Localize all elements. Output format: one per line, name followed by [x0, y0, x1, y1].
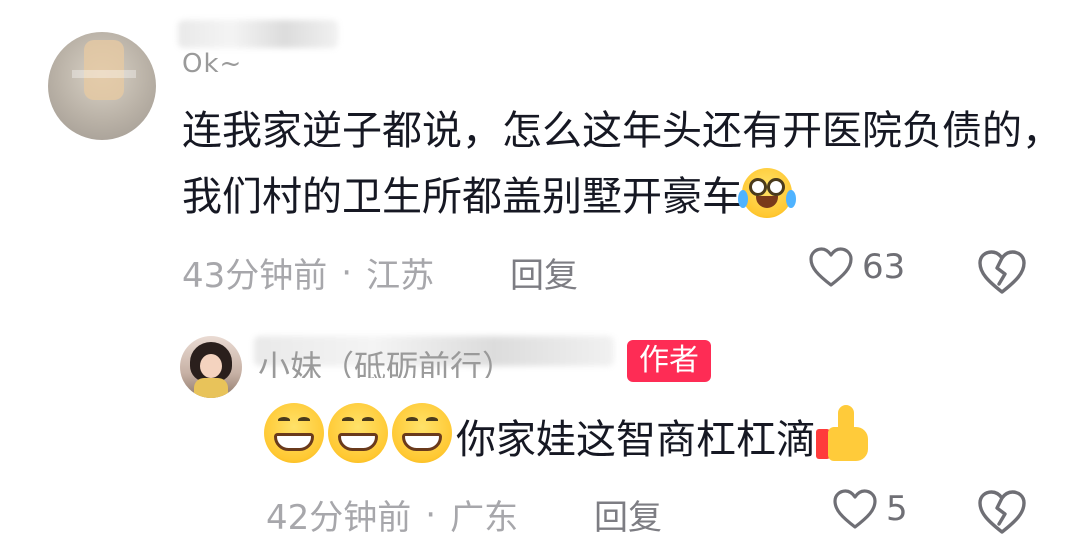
- heart-icon: [833, 489, 877, 529]
- grinning-emoji-icon: [392, 403, 452, 463]
- grinning-emoji-icon: [264, 403, 324, 463]
- broken-heart-icon: [978, 250, 1026, 294]
- comment-meta: 43分钟前 · 江苏: [182, 248, 434, 297]
- broken-heart-icon: [978, 490, 1026, 534]
- location: 广东: [450, 498, 519, 537]
- author-avatar[interactable]: [180, 336, 242, 398]
- avatar-image-detail: [72, 70, 136, 78]
- reply-button[interactable]: 回复: [594, 490, 662, 537]
- crying-emoji-icon: [738, 168, 796, 218]
- location: 江苏: [366, 256, 435, 296]
- author-badge: 作者: [627, 340, 711, 382]
- like-count: 63: [862, 247, 906, 287]
- separator-dot: ·: [425, 494, 437, 535]
- like-button[interactable]: 5: [832, 488, 908, 530]
- comment-body: 连我家逆子都说，怎么这年头还有开医院负债的，我们村的卫生所都盖别墅开豪车: [182, 108, 1062, 220]
- dislike-button[interactable]: [976, 488, 1028, 537]
- comment-text: 连我家逆子都说，怎么这年头还有开医院负债的，我们村的卫生所都盖别墅开豪车: [182, 98, 1062, 230]
- timestamp: 42分钟前: [266, 498, 412, 537]
- reply-body: 你家娃这智商杠杠滴: [456, 417, 816, 463]
- reply-meta: 42分钟前 · 广东: [266, 490, 518, 537]
- reply-button[interactable]: 回复: [510, 248, 578, 297]
- timestamp: 43分钟前: [182, 256, 328, 296]
- username[interactable]: Ok~: [182, 44, 242, 74]
- heart-icon: [809, 247, 853, 287]
- avatar-image-body: [194, 378, 228, 398]
- like-count: 5: [886, 489, 908, 529]
- grinning-emoji-icon: [328, 403, 388, 463]
- author-username[interactable]: 小妹（砥砺前行）: [258, 344, 514, 378]
- thumbs-up-icon: [816, 403, 872, 463]
- separator-dot: ·: [341, 252, 353, 293]
- dislike-button[interactable]: [976, 248, 1028, 300]
- reply-text: 你家娃这智商杠杠滴: [264, 403, 872, 470]
- avatar-image-face: [200, 354, 222, 378]
- like-button[interactable]: 63: [808, 246, 905, 288]
- avatar[interactable]: [48, 32, 156, 140]
